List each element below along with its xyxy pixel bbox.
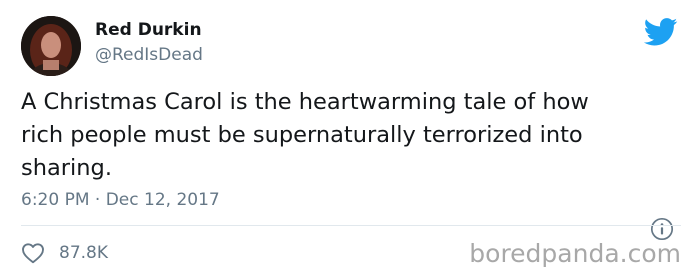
tweet-text: A Christmas Carol is the heartwarming ta… [21,86,681,185]
tweet-card: Red Durkin @RedIsDead A Christmas Carol … [0,0,700,280]
watermark: boredpanda.com [469,239,681,268]
author-display-name[interactable]: Red Durkin [95,20,202,40]
like-button[interactable]: 87.8K [21,240,108,266]
tweet-timestamp[interactable]: 6:20 PM · Dec 12, 2017 [21,190,220,210]
like-count: 87.8K [59,243,108,263]
author-handle[interactable]: @RedIsDead [95,45,203,65]
tweet-text-line: A Christmas Carol is the heartwarming ta… [21,89,589,115]
avatar[interactable] [21,16,81,76]
heart-icon[interactable] [21,242,45,264]
tweet-text-line: rich people must be supernaturally terro… [21,122,583,148]
divider [21,225,681,226]
info-icon[interactable] [650,217,674,241]
tweet-text-line: sharing. [21,155,112,181]
twitter-bird-icon[interactable] [644,18,678,46]
user-avatar-icon [21,16,81,76]
